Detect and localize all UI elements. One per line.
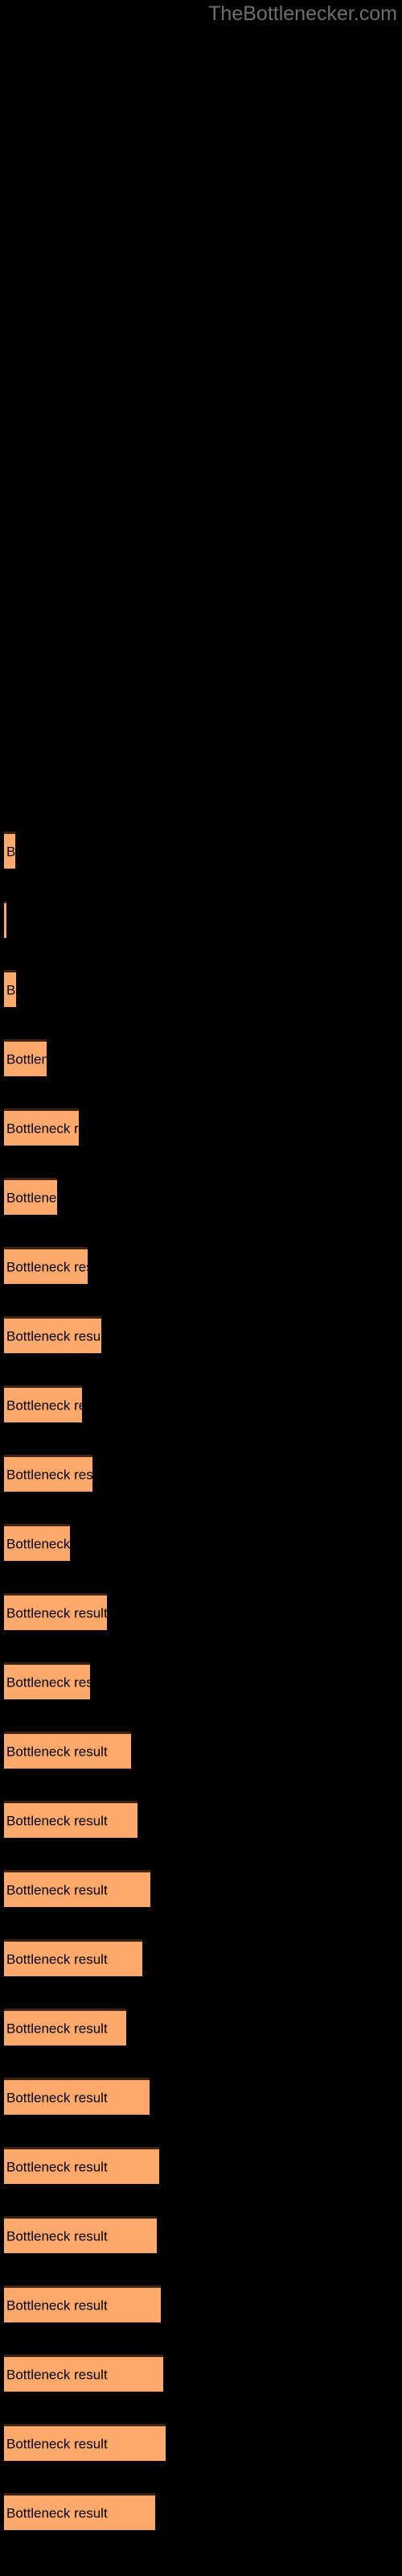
- chart-bar: Bottleneck result: [4, 832, 15, 869]
- bar-value-label: Bottleneck result: [6, 2505, 108, 2520]
- bar-value-label: Bottleneck result: [6, 1190, 57, 1205]
- bar-value-label: Bottleneck result: [6, 1259, 88, 1274]
- bar-value-label: Bottleneck result: [6, 2090, 108, 2105]
- bar-value-label: Bottleneck result: [6, 2297, 108, 2313]
- chart-bar: Bottleneck result: [4, 1178, 57, 1215]
- chart-bar: Bottleneck result: [4, 2078, 150, 2115]
- chart-bar: Bottleneck result: [4, 2216, 157, 2253]
- chart-bar: Bottleneck result: [4, 1801, 137, 1838]
- bar-value-label: Bottleneck result: [6, 1397, 82, 1413]
- bar-value-label: Bottleneck result: [6, 1744, 108, 1759]
- chart-bar: Bottleneck result: [4, 2008, 126, 2046]
- bar-value-label: Bottleneck result: [6, 1605, 107, 1620]
- bar-value-label: Bottleneck result: [6, 2228, 108, 2244]
- bar-value-label: Bottleneck result: [6, 1536, 70, 1551]
- chart-bar: Bottleneck result: [4, 1939, 142, 1976]
- bar-value-label: Bottleneck result: [6, 844, 15, 859]
- chart-bar: Bottleneck result: [4, 1870, 150, 1907]
- chart-bar: Bottleneck result: [4, 1524, 70, 1561]
- chart-bar: Bottleneck result: [4, 970, 16, 1007]
- bar-value-label: Bottleneck result: [6, 982, 16, 997]
- bar-value-label: Bottleneck result: [6, 1121, 79, 1136]
- bar-value-label: Bottleneck result: [6, 1328, 101, 1344]
- bar-value-label: Bottleneck result: [6, 2159, 108, 2174]
- chart-bar: Bottleneck result: [4, 2285, 161, 2322]
- bar-value-label: Bottleneck result: [6, 1882, 108, 1897]
- chart-bar: Bottleneck result: [4, 2493, 155, 2530]
- chart-bar: Bottleneck result: [4, 1732, 131, 1769]
- chart-bar: Bottleneck result: [4, 1108, 79, 1146]
- bar-value-label: Bottleneck result: [6, 1951, 108, 1967]
- chart-bar: Bottleneck result: [4, 1662, 90, 1699]
- chart-bar: Bottleneck result: [4, 1455, 92, 1492]
- bar-value-label: Bottleneck result: [6, 1813, 108, 1828]
- chart-bar: Bottleneck result: [4, 2355, 163, 2392]
- bar-value-label: Bottleneck result: [6, 1674, 90, 1690]
- chart-bar: Bottleneck result: [4, 901, 6, 938]
- bar-value-label: Bottleneck result: [6, 2436, 108, 2451]
- bar-chart: Bottleneck result Bottleneck result Bottle…: [0, 0, 402, 2576]
- chart-bar: Bottleneck result: [4, 2424, 166, 2461]
- chart-bar: Bottleneck result: [4, 1316, 101, 1353]
- bar-value-label: Bottleneck result: [6, 2367, 108, 2382]
- chart-bar: Bottleneck result: [4, 1593, 107, 1630]
- chart-bar: Bottleneck result: [4, 2147, 159, 2184]
- bar-value-label: Bottleneck result: [6, 1051, 47, 1067]
- chart-bar: Bottleneck result: [4, 1039, 47, 1076]
- bar-value-label: Bottleneck result: [6, 2021, 108, 2036]
- chart-bar: Bottleneck result: [4, 1247, 88, 1284]
- chart-bar: Bottleneck result: [4, 1385, 82, 1422]
- bar-value-label: Bottleneck result: [6, 1467, 92, 1482]
